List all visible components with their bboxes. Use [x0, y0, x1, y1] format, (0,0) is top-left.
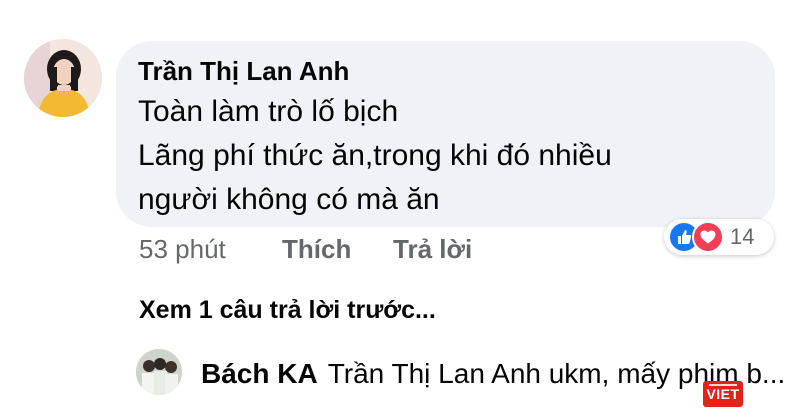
reactions-summary[interactable]: 14: [664, 219, 774, 255]
comment-bubble: Trần Thị Lan Anh Toàn làm trò lố bịch Lã…: [116, 41, 775, 227]
comment-line: Toàn làm trò lố bịch: [138, 95, 399, 128]
comment-timestamp[interactable]: 53 phút: [139, 232, 226, 266]
watermark-text: VIET: [706, 386, 740, 402]
avatar-photo: [24, 39, 102, 117]
reply-author[interactable]: Bách KA: [201, 358, 318, 389]
comment-body: Toàn làm trò lố bịch Lãng phí thức ăn,tr…: [138, 90, 749, 222]
reply-button[interactable]: Trả lời: [393, 232, 472, 266]
comment-author[interactable]: Trần Thị Lan Anh: [138, 54, 749, 88]
reply-avatar[interactable]: [136, 349, 182, 395]
watermark-logo: VIET: [703, 381, 743, 407]
love-icon: [692, 221, 724, 253]
view-previous-replies-link[interactable]: Xem 1 câu trả lời trước...: [139, 293, 436, 327]
comment-thread: Trần Thị Lan Anh Toàn làm trò lố bịch Lã…: [0, 0, 800, 416]
like-button[interactable]: Thích: [282, 232, 351, 266]
reply-preview[interactable]: Bách KA Trần Thị Lan Anh ukm, mấy phim b.…: [201, 356, 785, 392]
reply-avatar-photo: [136, 349, 182, 395]
reaction-count: 14: [730, 224, 755, 249]
comment-line: người không có mà ăn: [138, 183, 440, 216]
avatar[interactable]: [24, 39, 102, 117]
comment-line: Lãng phí thức ăn,trong khi đó nhiều: [138, 139, 612, 172]
